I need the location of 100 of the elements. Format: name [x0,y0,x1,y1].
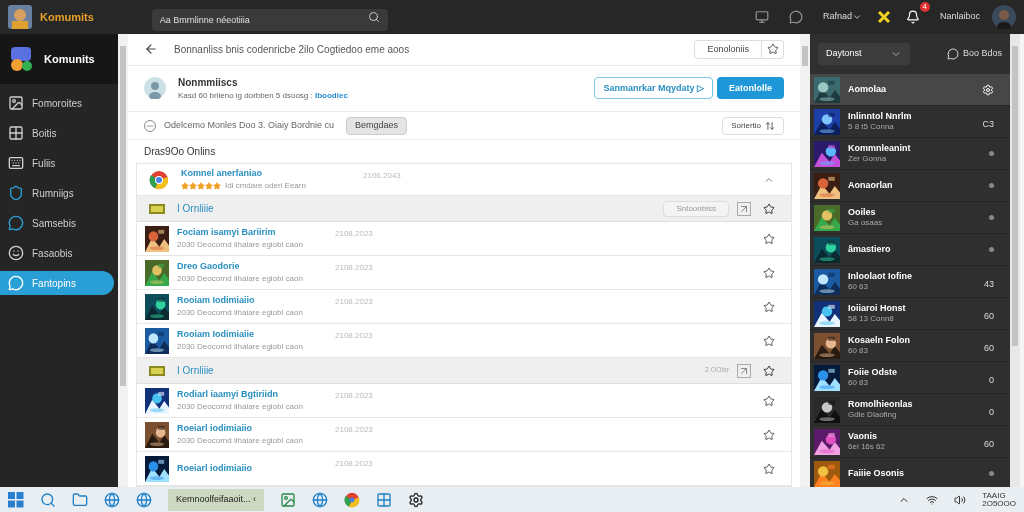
item-title: Faiiie Osonis [848,467,905,480]
profile-text: Kasd 60 briieno ig dorbben 5 dsoosg : Iboodlec [178,89,348,102]
header-button[interactable]: Eonoloniis [694,39,762,59]
favorite-icon[interactable] [763,232,775,245]
star-icon [766,43,779,56]
browser-icon [149,169,169,190]
panel-item[interactable]: Kosaeln Folon 60 83 60 [810,330,1010,362]
avatar [144,77,166,100]
scrollbar[interactable] [1010,34,1020,487]
favorite-icon[interactable] [763,266,775,279]
chat-icon[interactable] [788,10,803,24]
panel-item[interactable]: Kommnleanint Zer Gonna [810,138,1010,170]
item-subtitle: 2030 Deocornd ilhaiare egiobl caon [177,273,304,286]
sidebar-item[interactable]: Rumniigs [0,181,118,205]
brand-name: Komumits [40,9,94,25]
item-title: Aomolaa [848,83,886,96]
expand-icon[interactable] [737,201,751,216]
item-subtitle: 5 8 t5 Conna [848,122,895,133]
sidebar-item[interactable]: Samsebis [0,211,118,235]
panel-item[interactable]: Aonaorlan [810,170,1010,202]
item-title: Kommnleanint [848,142,911,155]
panel-item[interactable]: âmastiero [810,234,1010,266]
star-button[interactable] [762,39,784,59]
item-subtitle: 60 83 [848,346,870,357]
panel-item[interactable]: Aomolaa [810,74,1010,106]
username: Nanlaiboc [939,10,980,24]
item-title[interactable]: Roeiarl iodimiaiio [177,461,327,476]
profile-link[interactable]: Iboodlec [315,90,348,100]
sidebar-item[interactable]: Fuliis [0,151,118,175]
account-menu[interactable]: Rafnad [822,10,862,24]
nav-icon [8,275,24,291]
item-title: Kosaeln Folon [848,334,910,347]
app-logo [8,5,32,29]
screen-icon[interactable] [754,10,769,24]
item-subtitle: 2030 Deocornd ilhaiare egiobl caon [177,341,304,354]
favorite-icon[interactable] [763,300,775,313]
panel-action[interactable]: Boo Bdos [962,47,1002,61]
panel-item[interactable]: Inloolaot Iofine 60 63 43 [810,266,1010,298]
item-title: Romolhieonlas [848,398,913,411]
panel-item[interactable]: Romolhieonlas Gdle Dlaofing 0 [810,394,1010,426]
item-subtitle: Zer Gonna [848,154,888,165]
sidebar-item[interactable]: Boitis [0,121,118,145]
panel-item[interactable]: Ioiiaroi Honst 58 13 Conn8 60 [810,298,1010,330]
panel-item[interactable]: Vaonis 6el 16s 62 60 [810,426,1010,458]
favorite-icon[interactable] [763,462,775,475]
sidebar-item[interactable]: Fasaobis [0,241,118,265]
search-field[interactable]: Aa Bmrnlinne néeotiiia [151,9,388,31]
section-title: Dras9Oo Onlins [143,145,217,159]
item-title[interactable]: Roeiarl iodimiaiio [177,421,327,436]
volume-icon[interactable] [954,493,967,506]
favorite-icon[interactable] [763,428,775,441]
filter-dropdown[interactable]: Daytonst [818,43,910,65]
user-avatar[interactable] [992,5,1016,29]
item-subtitle: 6el 16s 62 [848,442,885,453]
notice-text: Odelcemo Monles Doo 3. Oiaiy Bordnie cu [164,118,335,132]
caret-icon [851,12,862,22]
favorite-icon[interactable] [763,394,775,407]
nav-icon [8,215,24,231]
panel-item[interactable]: Foiie Odste 60 83 0 [810,362,1010,394]
start-icon[interactable] [8,491,24,508]
panel-item[interactable]: Inlinntol Nnrlm 5 8 t5 Conna C3 [810,106,1010,138]
browser-icon[interactable] [344,491,361,508]
item-count: 0 [989,406,994,417]
item-title[interactable]: Rodiarl iaamyi Bgtiriidn [177,387,327,402]
search-icon[interactable] [367,11,380,23]
item-title: Ioiiaroi Honst [848,302,906,315]
item-count: 60 [984,438,994,449]
expand-icon[interactable] [737,363,751,378]
taskbar-app[interactable]: Kemnoolfeifaaoit... ‹ [168,488,265,511]
notification-icon[interactable] [905,10,920,24]
outline-button[interactable]: Sanmanrkar Mqydaty ▷ [594,77,713,100]
item-title[interactable]: Fociam isamyi Bariirim [177,225,327,240]
tag-icon [149,203,165,214]
item-title: Inlinntol Nnrlm [848,110,912,123]
taskbar-icon[interactable] [408,491,425,508]
item-title[interactable]: Rooiam Iodimiaiio [177,293,327,308]
sort-button[interactable]: Soriertio [722,116,784,135]
panel-item[interactable]: Ooiles Ga osaas [810,202,1010,234]
item-subtitle: Ga osaas [848,218,883,229]
item-title[interactable]: Rooiam Iodimiaiie [177,327,327,342]
item-title: Inloolaot Iofine [848,270,912,283]
item-subtitle: 2030 Deocornd ilhaiare egiobl caon [177,307,304,320]
item-subtitle: Idl cmdare oderi Eearn [225,180,306,193]
notice-button[interactable]: Bemgdaes [346,116,408,135]
date: 2O5OOO [982,499,1016,508]
item-subtitle: Gdle Dlaofing [848,410,898,421]
favorite-icon[interactable] [763,202,775,215]
item-title[interactable]: Komnel anerfaniao [181,166,331,181]
group-title: I Ornliiie [177,202,214,216]
favorite-icon[interactable] [763,334,775,347]
item-title: Ooiles [848,206,877,219]
notification-badge: 4 [919,2,930,12]
item-subtitle: 60 83 [848,378,870,389]
settings-icon[interactable] [982,83,994,96]
item-subtitle: 2030 Deocornd ilhaiare egiobl caon [177,435,304,448]
clock: TAAIG [982,491,1007,500]
favorite-icon[interactable] [763,364,775,377]
wifi-icon[interactable] [926,493,939,506]
sidebar-item[interactable]: Fomoroites [0,91,118,115]
item-title[interactable]: Dreo Gaodorie [177,259,327,274]
